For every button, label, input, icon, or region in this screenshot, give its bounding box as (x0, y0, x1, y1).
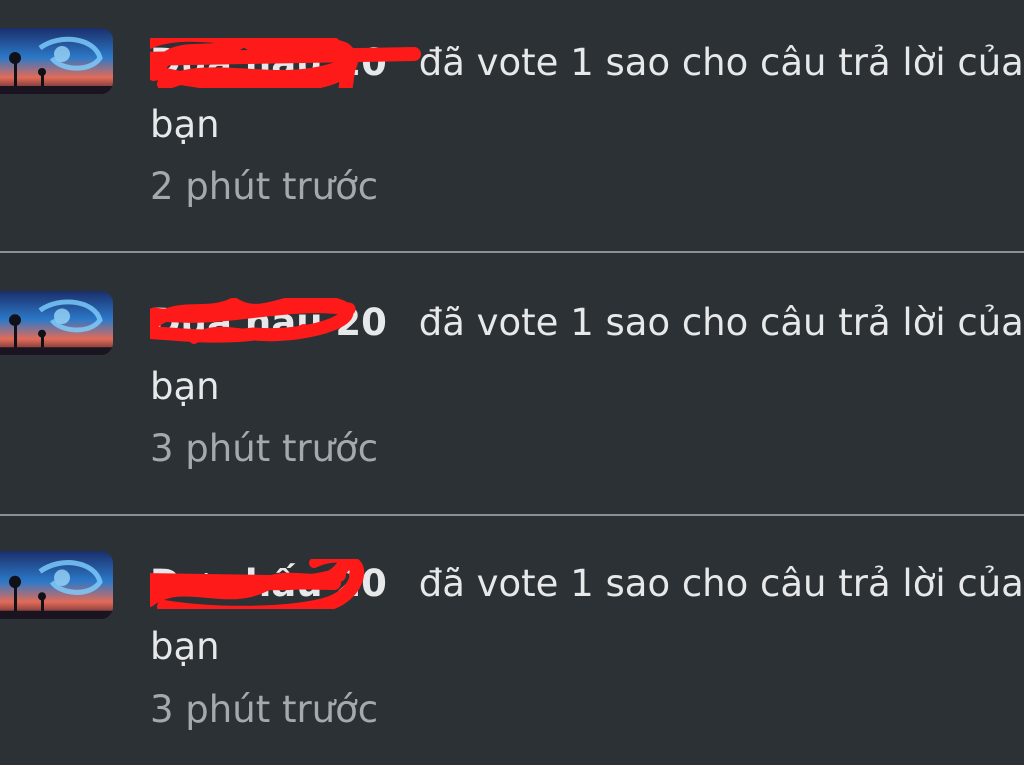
notification-item[interactable]: Dưa hấu 20 đã vote 1 sao cho câu trả lời… (0, 254, 1024, 504)
avatar-image (0, 28, 113, 94)
object-text: bạn (150, 625, 220, 668)
username-link[interactable]: Dưa hấu 20 (150, 298, 387, 348)
avatar[interactable] (0, 291, 113, 355)
timestamp: 2 phút trước (150, 165, 379, 208)
timestamp: 3 phút trước (150, 427, 379, 470)
avatar-image (0, 291, 113, 355)
action-text: đã vote 1 sao cho câu trả lời của (418, 562, 1024, 605)
avatar-image (0, 551, 113, 619)
avatar[interactable] (0, 28, 113, 94)
notification-list: Dưa hấu 20 đã vote 1 sao cho câu trả lời… (0, 0, 1024, 765)
notification-text: Dưa hấu 20 đã vote 1 sao cho câu trả lời… (150, 38, 1024, 88)
divider (0, 514, 1024, 516)
action-text: đã vote 1 sao cho câu trả lời của (418, 301, 1024, 344)
avatar[interactable] (0, 551, 113, 619)
divider (0, 251, 1024, 253)
username-link[interactable]: Dưa hấu 20 (150, 559, 387, 609)
username-label: Dưa hấu 20 (150, 562, 387, 605)
notification-item[interactable]: Dưa hấu 20 đã vote 1 sao cho câu trả lời… (0, 517, 1024, 765)
username-link[interactable]: Dưa hấu 20 (150, 38, 421, 88)
notification-text: Dưa hấu 20 đã vote 1 sao cho câu trả lời… (150, 559, 1024, 609)
timestamp: 3 phút trước (150, 688, 379, 731)
action-text: đã vote 1 sao cho câu trả lời của (418, 41, 1024, 84)
object-text: bạn (150, 103, 220, 146)
object-text: bạn (150, 365, 220, 408)
username-label: Dưa hấu 20 (150, 301, 387, 344)
username-label: Dưa hấu 20 (150, 41, 387, 84)
notification-item[interactable]: Dưa hấu 20 đã vote 1 sao cho câu trả lời… (0, 0, 1024, 250)
notification-text: Dưa hấu 20 đã vote 1 sao cho câu trả lời… (150, 298, 1024, 348)
